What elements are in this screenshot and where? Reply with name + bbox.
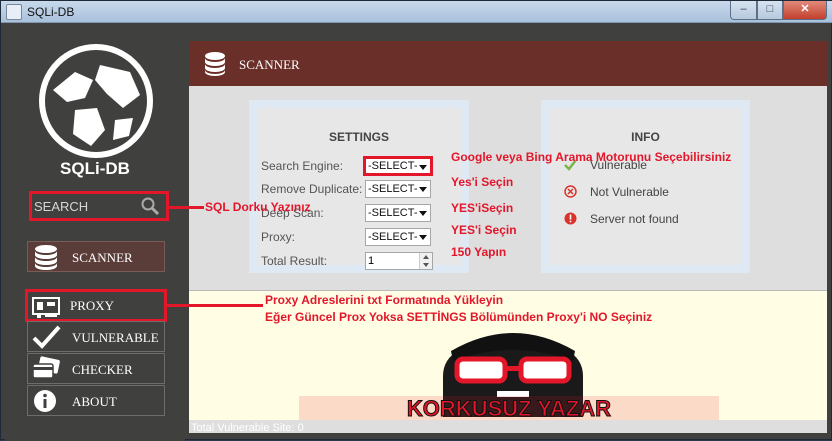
annotation-connector [168, 206, 204, 209]
annotation-proxy-line2: Eğer Güncel Prox Yoksa SETTİNGS Bölümünd… [265, 310, 653, 324]
database-icon [205, 52, 225, 76]
deep-scan-select[interactable]: -SELECT- [365, 204, 431, 222]
remove-duplicate-select[interactable]: -SELECT- [365, 180, 431, 198]
x-circle-icon [564, 185, 577, 198]
info-text: Not Vulnerable [590, 185, 669, 199]
logo-text: SQLi-DB [60, 159, 130, 178]
remove-duplicate-label: Remove Duplicate: [261, 182, 363, 196]
info-group: INFO Vulnerable Not Vulnerable Server no… [541, 100, 750, 273]
total-result-label: Total Result: [261, 254, 328, 268]
proxy-select[interactable]: -SELECT- [365, 228, 431, 246]
proxy-label: Proxy: [261, 230, 296, 244]
chevron-down-icon [419, 235, 427, 240]
globe-logo-icon [39, 44, 153, 158]
search-input[interactable] [32, 194, 138, 218]
chevron-down-icon [419, 187, 427, 192]
database-icon [35, 245, 57, 270]
sidebar-item-checker[interactable]: CHECKER [27, 353, 165, 384]
maximize-button[interactable]: □ [757, 1, 783, 20]
info-icon [34, 390, 56, 412]
minimize-button[interactable]: – [730, 1, 757, 20]
sidebar-item-label: ABOUT [72, 394, 117, 409]
panel-title: SCANNER [239, 57, 300, 72]
info-text: Server not found [590, 212, 679, 226]
chevron-down-icon [419, 165, 427, 170]
sidebar-item-label: VULNERABLE [72, 330, 159, 345]
total-result-stepper[interactable]: 1 [365, 252, 433, 270]
panel-header: SCANNER [189, 41, 827, 86]
select-value: -SELECT- [368, 207, 418, 219]
annotation-total: 150 Yapın [451, 245, 507, 259]
info-title: INFO [631, 130, 660, 144]
close-button[interactable]: ✕ [783, 1, 827, 20]
settings-title: SETTINGS [328, 130, 389, 144]
app-icon [6, 4, 22, 20]
sidebar-item-scanner[interactable]: SCANNER [27, 241, 165, 272]
sidebar-item-label: PROXY [70, 298, 115, 313]
annotation-search-engine: Google veya Bing Arama Motorunu Seçebili… [451, 150, 732, 164]
stepper-arrows-icon[interactable] [419, 253, 432, 269]
annotation-remove-duplicate: Yes'i Seçin [451, 175, 514, 189]
search-engine-select[interactable]: -SELECT- [363, 156, 433, 176]
settings-group: SETTINGS Search Engine: Remove Duplicate… [249, 100, 469, 273]
stepper-value: 1 [368, 255, 375, 267]
network-card-icon [32, 297, 60, 318]
chevron-down-icon [419, 211, 427, 216]
window-title: SQLi-DB [27, 5, 75, 19]
banner-text: KORKUSUZ YAZAR [299, 396, 719, 420]
annotation-connector [166, 304, 263, 307]
sidebar-item-vulnerable[interactable]: VULNERABLE [27, 321, 165, 352]
annotation-search: SQL Dorku Yazınız [205, 200, 311, 214]
search-engine-label: Search Engine: [261, 159, 344, 173]
select-value: -SELECT- [368, 231, 418, 243]
annotation-deep-scan: YES'iSeçin [451, 201, 514, 215]
sidebar-item-about[interactable]: ABOUT [27, 385, 165, 416]
status-text: Total Vulnerable Site: 0 [191, 422, 304, 434]
sidebar-item-label: SCANNER [72, 250, 133, 265]
sidebar: SQLi-DB SCANNER [5, 24, 185, 441]
sidebar-item-proxy[interactable]: PROXY [25, 289, 167, 322]
svg-text:KORKUSUZ YAZAR: KORKUSUZ YAZAR [407, 396, 611, 420]
cards-icon [32, 356, 60, 379]
alert-icon [564, 212, 577, 225]
select-value: -SELECT- [368, 183, 418, 195]
search-icon[interactable] [140, 196, 160, 216]
annotation-proxy-line1: Proxy Adreslerini txt Formatında Yükleyi… [265, 293, 504, 307]
select-value: -SELECT- [368, 160, 418, 172]
title-bar: SQLi-DB – □ ✕ [1, 1, 832, 23]
app-window: SQLi-DB – □ ✕ SQLi-DB SEARCH SCANNER PRO… [0, 0, 832, 441]
search-box [29, 191, 169, 221]
checkmark-icon [32, 325, 61, 349]
annotation-proxy: YES'i Seçin [451, 223, 517, 237]
sidebar-item-label: CHECKER [72, 362, 133, 377]
